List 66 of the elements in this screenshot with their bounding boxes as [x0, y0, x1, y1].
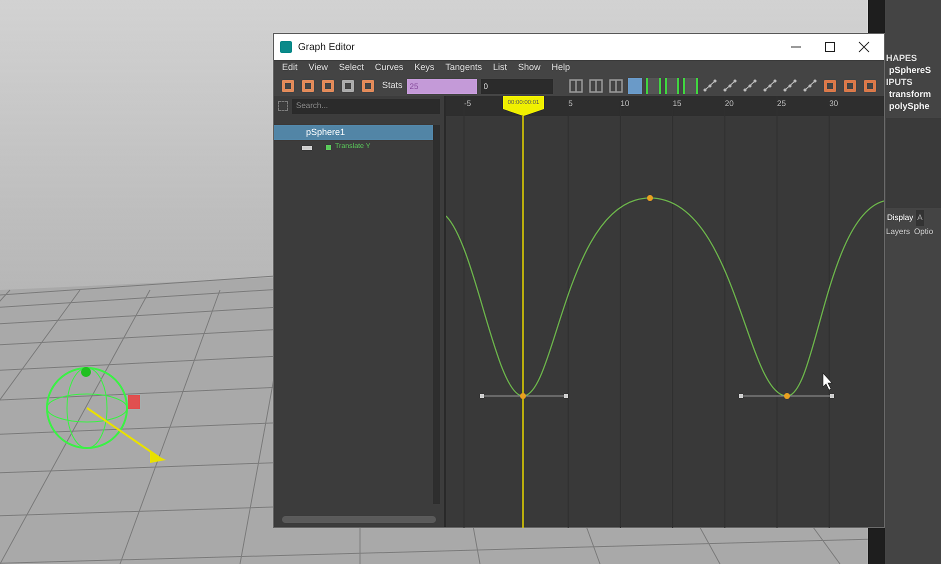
menu-item[interactable]: Curves: [374, 61, 404, 75]
stats-label: Stats: [382, 79, 403, 92]
frame-number: 30: [829, 98, 838, 110]
value-field[interactable]: 0: [480, 78, 553, 94]
sphere-drawing[interactable]: [46, 367, 128, 449]
move-manipulator[interactable]: [81, 367, 166, 463]
key-frame-icon[interactable]: [568, 78, 584, 94]
menu-item[interactable]: List: [492, 61, 507, 75]
scrollbar[interactable]: [282, 516, 436, 523]
tangent-icon[interactable]: [802, 78, 818, 94]
tangent-icon[interactable]: [782, 78, 798, 94]
frame-all-icon[interactable]: [628, 78, 642, 94]
close-icon[interactable]: [858, 41, 870, 53]
keyframe[interactable]: [647, 195, 653, 201]
plug-icon: [302, 146, 312, 150]
grid-icon[interactable]: [862, 78, 878, 94]
window-title: Graph Editor: [298, 40, 355, 54]
menu-item[interactable]: View: [308, 61, 328, 75]
keyframe[interactable]: [784, 393, 790, 399]
frame-number: 20: [724, 98, 734, 110]
tangent-handle[interactable]: [480, 394, 568, 398]
menu-item[interactable]: Show: [518, 61, 540, 75]
keyframe[interactable]: [520, 393, 526, 399]
lattice-icon[interactable]: [320, 78, 336, 94]
frame-number: 15: [672, 98, 682, 110]
frame-number: -5: [464, 98, 472, 110]
app-icon: [280, 41, 292, 53]
frame-number: 5: [568, 98, 573, 110]
grid-icon[interactable]: [822, 78, 838, 94]
curve-swatch-icon: [326, 145, 331, 150]
menu-item[interactable]: Tangents: [445, 61, 482, 75]
insert-key-icon[interactable]: [300, 78, 316, 94]
filter-icon[interactable]: [278, 101, 288, 111]
node-name[interactable]: pSphereS: [886, 64, 941, 76]
menu-item[interactable]: Layers: [886, 226, 910, 238]
frame-number: 25: [777, 98, 786, 110]
mouse-cursor-icon: [822, 372, 833, 390]
section-heading: HAPES: [886, 52, 918, 64]
tangent-handle[interactable]: [739, 394, 834, 398]
tree-item[interactable]: pSphere1: [274, 125, 433, 140]
tangent-icon[interactable]: [742, 78, 758, 94]
tangent-icon[interactable]: [702, 78, 718, 94]
maximize-icon[interactable]: [824, 41, 836, 53]
key-frame-icon[interactable]: [608, 78, 624, 94]
search-field[interactable]: Search...: [292, 98, 440, 114]
tangent-icon[interactable]: [722, 78, 738, 94]
grid-icon[interactable]: [842, 78, 858, 94]
panel-tab[interactable]: A: [916, 210, 924, 226]
menu-item[interactable]: Edit: [282, 61, 298, 75]
region-icon[interactable]: [340, 78, 356, 94]
node-name[interactable]: transform: [886, 88, 941, 100]
menu-item[interactable]: Help: [551, 61, 570, 75]
frame-number: 10: [620, 98, 630, 110]
menu-item[interactable]: Select: [338, 61, 364, 75]
node-name[interactable]: polySphe: [886, 100, 941, 112]
buffer-icon[interactable]: [664, 78, 680, 94]
retime-icon[interactable]: [360, 78, 376, 94]
buffer-icon[interactable]: [646, 78, 661, 94]
buffer-icon[interactable]: [683, 78, 698, 94]
menu-item[interactable]: Optio: [914, 226, 934, 238]
scrollbar[interactable]: [433, 125, 440, 504]
menu-item[interactable]: Keys: [414, 61, 434, 75]
section-heading: IPUTS: [886, 76, 914, 88]
move-key-icon[interactable]: [280, 78, 296, 94]
key-frame-icon[interactable]: [588, 78, 604, 94]
tangent-icon[interactable]: [762, 78, 778, 94]
